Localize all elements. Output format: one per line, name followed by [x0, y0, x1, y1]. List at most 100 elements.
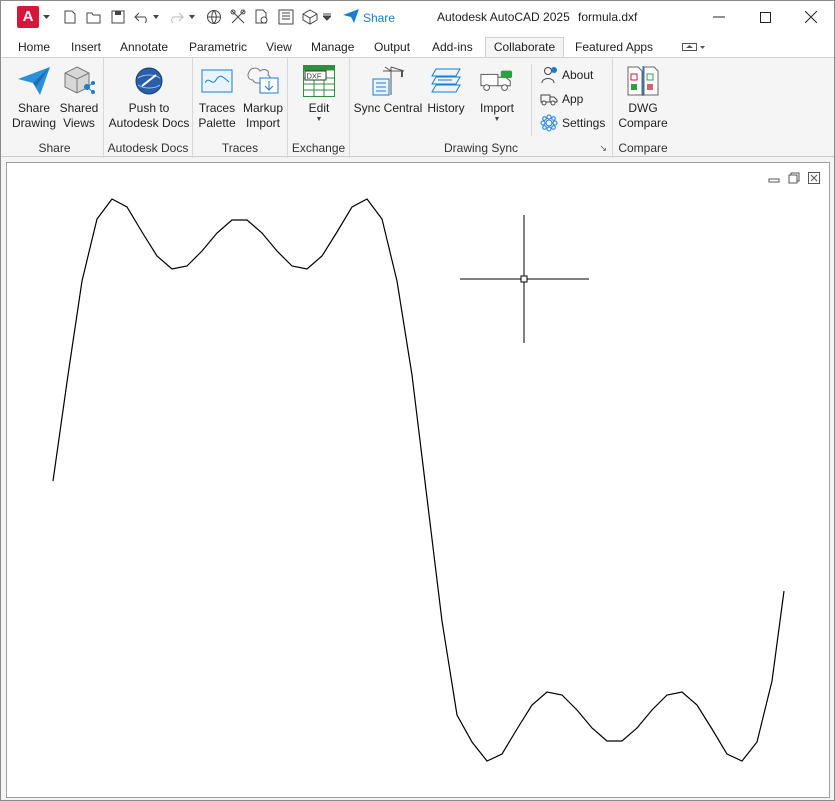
- tab-featured-apps[interactable]: Featured Apps: [571, 38, 657, 57]
- import-truck-icon: [480, 64, 514, 98]
- open-folder-icon[interactable]: [85, 8, 103, 26]
- history-layers-icon: [429, 64, 463, 98]
- panel-compare: DWG Compare Compare: [613, 58, 673, 158]
- tab-view[interactable]: View: [262, 38, 296, 57]
- tab-insert[interactable]: Insert: [67, 38, 105, 57]
- push-docs-label-1: Push to: [128, 101, 170, 115]
- ribbon-minimize-toggle-icon[interactable]: [681, 38, 707, 56]
- maximize-button[interactable]: [742, 1, 788, 33]
- sync-central-label: Sync Central: [353, 101, 423, 115]
- settings-gear-icon: [540, 114, 558, 132]
- about-label: About: [562, 68, 594, 82]
- panel-exchange-title: Exchange: [291, 141, 346, 155]
- window-title: Autodesk AutoCAD 2025: [437, 10, 570, 24]
- web-open-icon[interactable]: [205, 8, 223, 26]
- traces-palette-label-2: Palette: [198, 116, 236, 130]
- trim-icon[interactable]: [229, 8, 247, 26]
- traces-palette-label-1: Traces: [198, 101, 236, 115]
- markup-import-button[interactable]: Markup Import: [239, 64, 287, 131]
- shared-views-button[interactable]: Shared Views: [57, 64, 101, 131]
- customize-qat-icon[interactable]: [321, 8, 333, 26]
- paper-plane-icon: [343, 9, 359, 26]
- drawing-sync-divider: [531, 64, 532, 136]
- share-quick-label: Share: [363, 10, 396, 25]
- pickbox: [520, 275, 528, 283]
- workspace-cube-icon[interactable]: [301, 8, 319, 26]
- settings-button[interactable]: Settings: [540, 114, 605, 132]
- crosshair-cursor: [460, 215, 589, 343]
- panel-docs-title: Autodesk Docs: [107, 141, 189, 155]
- sync-central-crane-icon: [371, 64, 405, 98]
- history-button[interactable]: History: [425, 64, 467, 116]
- file-name: formula.dxf: [578, 10, 638, 24]
- undo-dropdown-icon[interactable]: [151, 8, 161, 26]
- save-icon[interactable]: [109, 8, 127, 26]
- tab-home[interactable]: Home: [14, 38, 54, 57]
- share-drawing-label-2: Drawing: [11, 116, 56, 130]
- share-drawing-button[interactable]: Share Drawing: [11, 64, 57, 131]
- shared-views-label-2: Views: [63, 116, 95, 130]
- import-dropdown-icon[interactable]: ▼: [494, 116, 501, 124]
- paper-plane-icon: [17, 64, 51, 98]
- dxf-badge-text: DXF: [307, 72, 322, 81]
- edit-dropdown-icon[interactable]: ▼: [316, 116, 323, 124]
- shared-views-cube-icon: [62, 64, 96, 98]
- square-wave-fourier-polyline[interactable]: [52, 198, 785, 762]
- import-label: Import: [479, 101, 514, 115]
- panel-compare-title: Compare: [618, 141, 668, 155]
- panel-sync-title: Drawing Sync: [443, 141, 519, 155]
- app-menu-button[interactable]: A: [17, 6, 39, 28]
- panel-share: Share Drawing Shared Views Share: [6, 58, 104, 158]
- history-label: History: [427, 101, 465, 115]
- dwg-compare-label-1: DWG: [628, 101, 658, 115]
- close-button[interactable]: [788, 1, 834, 33]
- sheet-set-icon[interactable]: [277, 8, 295, 26]
- markup-import-label-2: Import: [245, 116, 280, 130]
- share-quick-button[interactable]: Share: [343, 9, 395, 26]
- push-docs-label-2: Autodesk Docs: [108, 116, 190, 130]
- undo-icon[interactable]: [133, 8, 151, 26]
- traces-palette-icon: [200, 64, 234, 98]
- tab-parametric[interactable]: Parametric: [185, 38, 251, 57]
- tab-output[interactable]: Output: [370, 38, 414, 57]
- push-to-autodesk-docs-button[interactable]: Push to Autodesk Docs: [106, 64, 192, 131]
- shared-views-label-1: Shared: [59, 101, 99, 115]
- title-bar: A Share Autodesk AutoCAD 2025 formula.dx…: [1, 1, 834, 35]
- globe-upload-icon: [132, 64, 166, 98]
- exchange-edit-button[interactable]: DXF Edit ▼: [294, 64, 344, 124]
- share-drawing-label-1: Share: [17, 101, 51, 115]
- plot-preview-icon[interactable]: [253, 8, 271, 26]
- tab-add-ins[interactable]: Add-ins: [428, 38, 477, 57]
- app-button[interactable]: App: [540, 90, 583, 108]
- markup-import-icon: [246, 64, 280, 98]
- dwg-compare-icon: [626, 64, 660, 98]
- ribbon-tabs: Home Insert Annotate Parametric View Man…: [1, 35, 834, 57]
- autocad-window: A Share Autodesk AutoCAD 2025 formula.dx…: [0, 0, 835, 801]
- traces-palette-button[interactable]: Traces Palette: [195, 64, 239, 131]
- dxf-spreadsheet-icon: DXF: [302, 64, 336, 98]
- app-label: App: [562, 92, 584, 106]
- dwg-compare-button[interactable]: DWG Compare: [615, 64, 671, 131]
- tab-manage[interactable]: Manage: [307, 38, 358, 57]
- new-file-icon[interactable]: [61, 8, 79, 26]
- about-button[interactable]: About: [540, 66, 593, 84]
- import-button[interactable]: Import ▼: [472, 64, 522, 124]
- exchange-edit-label: Edit: [308, 101, 330, 115]
- tab-collaborate[interactable]: Collaborate: [485, 37, 564, 57]
- redo-icon[interactable]: [167, 8, 185, 26]
- panel-traces: Traces Palette Markup Import Traces: [193, 58, 288, 158]
- sync-central-button[interactable]: Sync Central: [353, 64, 423, 116]
- drawing-canvas[interactable]: [6, 162, 830, 798]
- panel-dialog-launcher-icon[interactable]: ↘: [599, 143, 607, 154]
- panel-autodesk-docs: Push to Autodesk Docs Autodesk Docs: [104, 58, 193, 158]
- app-truck-icon: [540, 90, 558, 108]
- panel-drawing-sync: Sync Central History Import ▼ About App …: [350, 58, 613, 158]
- app-menu-chevron-icon[interactable]: [41, 8, 51, 26]
- minimize-button[interactable]: [696, 1, 742, 33]
- markup-import-label-1: Markup: [242, 101, 283, 115]
- about-person-icon: [540, 66, 558, 84]
- panel-share-title: Share: [38, 141, 71, 155]
- tab-annotate[interactable]: Annotate: [116, 38, 172, 57]
- redo-dropdown-icon[interactable]: [187, 8, 197, 26]
- settings-label: Settings: [562, 116, 606, 130]
